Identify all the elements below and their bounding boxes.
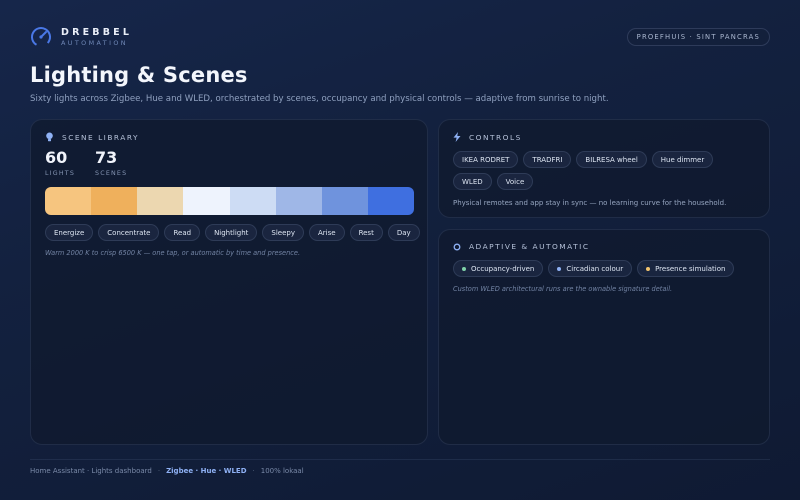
adaptive-list: Occupancy-driven Circadian colour Presen…	[453, 260, 753, 277]
footer-local: 100% lokaal	[260, 467, 304, 475]
brand-subtitle: AUTOMATION	[61, 38, 128, 47]
card-title: CONTROLS	[469, 132, 522, 142]
footer-protocols: Zigbee · Hue · WLED	[166, 467, 247, 475]
control-chip-tradfri[interactable]: TRADFRI	[523, 151, 572, 168]
adaptive-note: Custom WLED architectural runs are the o…	[453, 285, 673, 293]
adaptive-card: ADAPTIVE & AUTOMATIC Occupancy-driven Ci…	[438, 229, 770, 445]
controls-card: CONTROLS IKEA RODRET TRADFRI BILRESA whe…	[438, 119, 770, 218]
control-chip-wled[interactable]: WLED	[453, 173, 492, 190]
scene-chip-sleepy[interactable]: Sleepy	[262, 224, 304, 241]
card-header: CONTROLS	[453, 132, 755, 142]
stat-value: 73	[95, 148, 118, 167]
color-swatch	[91, 187, 138, 215]
stat-label: LIGHTS	[45, 170, 76, 177]
brand: DREBBEL AUTOMATION	[30, 26, 132, 48]
control-chip-bilresa-wheel[interactable]: BILRESA wheel	[576, 151, 647, 168]
control-chip-voice[interactable]: Voice	[496, 173, 534, 190]
control-chip-hue-dimmer[interactable]: Hue dimmer	[651, 151, 714, 168]
chip-label: Circadian colour	[566, 264, 624, 273]
scene-chip-read[interactable]: Read	[164, 224, 201, 241]
scene-chip-arise[interactable]: Arise	[308, 224, 345, 241]
controls-list: IKEA RODRET TRADFRI BILRESA wheel Hue di…	[453, 151, 753, 190]
location-badge: PROEFHUIS · SINT PANCRAS	[626, 28, 770, 46]
color-temperature-strip	[45, 187, 414, 215]
stat-value: 60	[45, 148, 68, 167]
control-chip-ikea-rodret[interactable]: IKEA RODRET	[453, 151, 519, 168]
footer-separator: ·	[252, 467, 255, 475]
footer-divider	[30, 459, 770, 460]
adaptive-chip-circadian[interactable]: Circadian colour	[548, 260, 633, 277]
color-swatch	[137, 187, 184, 215]
adaptive-chip-presence[interactable]: Presence simulation	[637, 260, 735, 277]
chip-label: Presence simulation	[655, 264, 726, 273]
status-dot-icon	[646, 266, 651, 271]
brand-name: DREBBEL	[61, 26, 133, 38]
card-header: ADAPTIVE & AUTOMATIC	[453, 242, 755, 251]
status-dot-icon	[557, 266, 562, 271]
lightning-icon	[453, 132, 461, 142]
bulb-icon	[46, 132, 53, 142]
footer: Home Assistant · Lights dashboard · Zigb…	[30, 467, 304, 475]
color-swatch	[183, 187, 230, 215]
adaptive-chip-occupancy[interactable]: Occupancy-driven	[453, 260, 544, 277]
controls-note: Physical remotes and app stay in sync — …	[453, 199, 727, 207]
color-swatch	[275, 187, 322, 215]
stat-scenes: 73 SCENES	[95, 148, 127, 177]
page-title: Lighting & Scenes	[30, 63, 248, 87]
ring-icon	[453, 243, 461, 250]
color-swatch	[45, 187, 92, 215]
scene-list: Energize Concentrate Read Nightlight Sle…	[45, 224, 420, 241]
footer-source: Home Assistant · Lights dashboard	[30, 467, 152, 475]
color-swatch	[321, 187, 368, 215]
scene-caption: Warm 2000 K to crisp 6500 K — one tap, o…	[45, 249, 301, 257]
stats: 60 LIGHTS 73 SCENES	[45, 148, 413, 177]
page-subtitle: Sixty lights across Zigbee, Hue and WLED…	[30, 94, 609, 104]
stat-label: SCENES	[95, 170, 128, 177]
gauge-dial-icon	[31, 27, 51, 47]
card-title: SCENE LIBRARY	[62, 132, 140, 142]
stat-lights: 60 LIGHTS	[45, 148, 75, 177]
scene-library-card: SCENE LIBRARY 60 LIGHTS 73 SCENES Energi…	[30, 119, 428, 445]
color-swatch	[367, 187, 414, 215]
footer-separator: ·	[157, 467, 161, 475]
chip-label: Occupancy-driven	[471, 264, 535, 273]
scene-chip-day[interactable]: Day	[387, 224, 420, 241]
scene-chip-concentrate[interactable]: Concentrate	[98, 224, 160, 241]
card-title: ADAPTIVE & AUTOMATIC	[469, 242, 590, 251]
card-header: SCENE LIBRARY	[45, 132, 413, 142]
color-swatch	[229, 187, 276, 215]
scene-chip-nightlight[interactable]: Nightlight	[205, 224, 258, 241]
scene-chip-energize[interactable]: Energize	[45, 224, 94, 241]
status-dot-icon	[462, 266, 466, 271]
scene-chip-rest[interactable]: Rest	[349, 224, 383, 241]
